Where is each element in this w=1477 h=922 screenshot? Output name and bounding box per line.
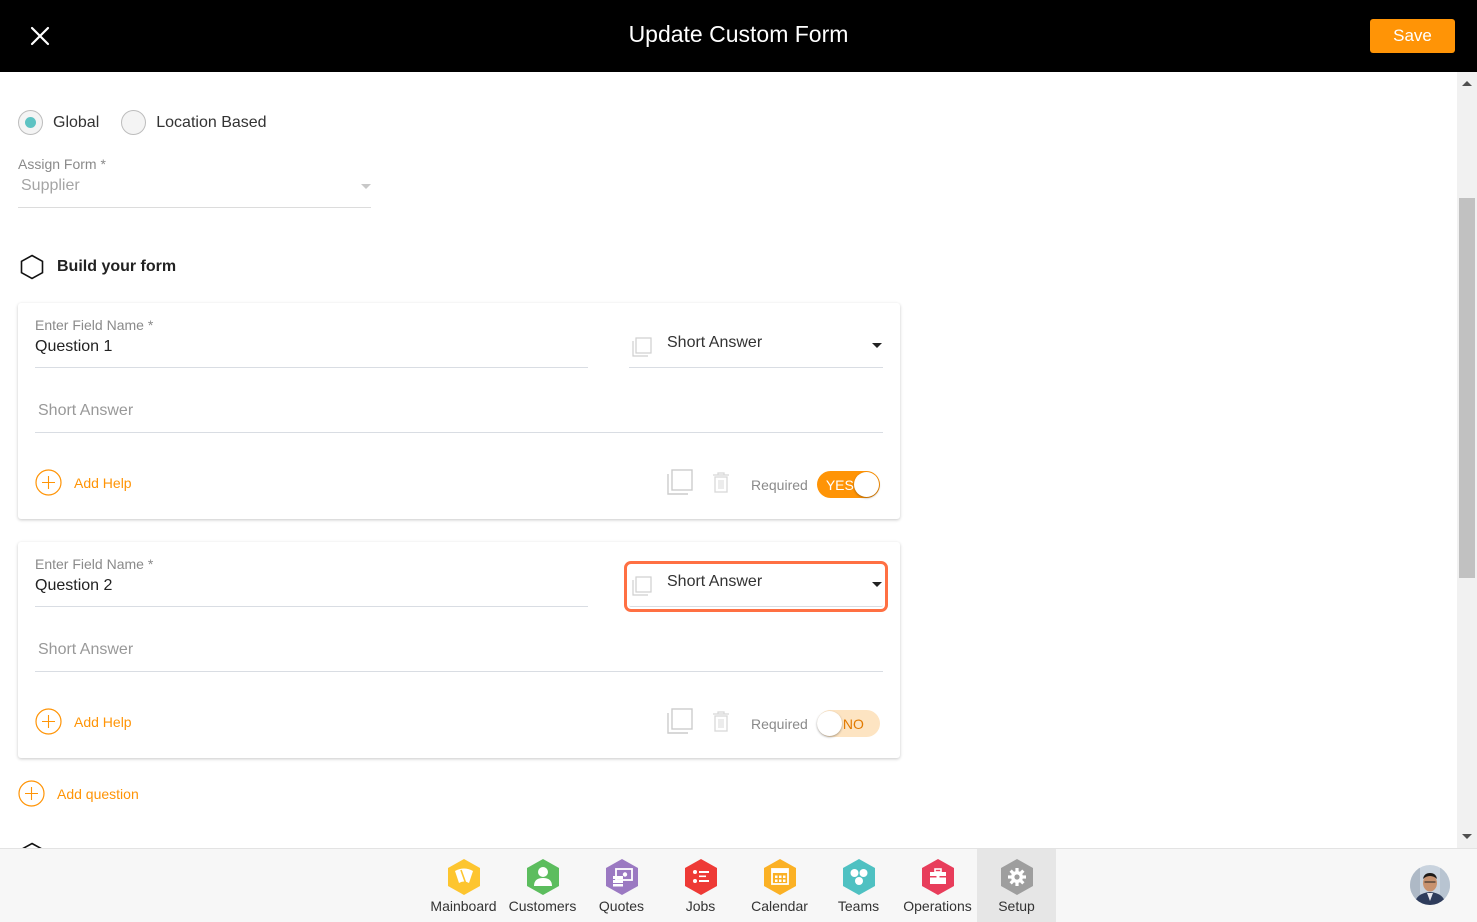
field-name-label: Enter Field Name *: [35, 556, 154, 572]
scroll-up-arrow-icon[interactable]: [1462, 81, 1472, 86]
form-content: Global Location Based Assign Form * Supp…: [0, 72, 1457, 848]
field-type-select[interactable]: Short Answer: [624, 561, 888, 612]
assign-form-label: Assign Form *: [18, 156, 106, 172]
card-actions: Required NO: [666, 707, 880, 740]
add-help-button[interactable]: Add Help: [35, 469, 132, 496]
add-help-label: Add Help: [74, 713, 132, 730]
hexagon-icon: [20, 254, 44, 280]
nav-label: Operations: [903, 898, 972, 914]
toggle-knob: [853, 472, 879, 497]
add-question-button[interactable]: Add question: [18, 780, 139, 807]
teams-icon: [842, 859, 875, 895]
nav-item-operations[interactable]: Operations: [898, 849, 977, 922]
radio-circle-checked[interactable]: [18, 110, 43, 135]
field-name-input[interactable]: Enter Field Name * Question 1: [35, 317, 588, 368]
plus-circle-icon: [35, 469, 62, 496]
nav-label: Calendar: [751, 898, 808, 914]
calendar-icon: [763, 859, 796, 895]
build-form-heading: Build your form: [20, 254, 176, 280]
field-name-value: Question 2: [35, 577, 113, 594]
radio-global[interactable]: Global: [18, 110, 99, 135]
nav-item-setup[interactable]: Setup: [977, 849, 1056, 922]
toggle-knob: [816, 711, 842, 736]
add-help-button[interactable]: Add Help: [35, 708, 132, 735]
nav-item-teams[interactable]: Teams: [819, 849, 898, 922]
duplicate-button[interactable]: [666, 468, 694, 501]
duplicate-icon: [667, 469, 693, 495]
short-answer-icon: [631, 575, 653, 602]
radio-label: Global: [53, 113, 100, 131]
delete-button[interactable]: [712, 471, 730, 498]
nav-label: Customers: [508, 898, 577, 914]
delete-button[interactable]: [712, 710, 730, 737]
field-name-label: Enter Field Name *: [35, 317, 154, 333]
answer-preview: Short Answer: [35, 398, 883, 433]
nav-item-quotes[interactable]: Quotes: [582, 849, 661, 922]
radio-location-based[interactable]: Location Based: [121, 110, 267, 135]
radio-circle[interactable]: [121, 110, 147, 135]
field-name-input[interactable]: Enter Field Name * Question 2: [35, 556, 588, 607]
bottom-navigation: Mainboard Customers Quotes Jobs Calendar…: [0, 848, 1477, 922]
caret-down-icon: [361, 184, 371, 189]
nav-item-mainboard[interactable]: Mainboard: [424, 849, 503, 922]
field-type-select[interactable]: Short Answer: [629, 327, 883, 368]
plus-circle-icon: [18, 780, 45, 807]
card-actions: Required YES: [666, 468, 880, 501]
header-bar: Update Custom Form Save: [0, 0, 1477, 72]
quotes-icon: [605, 859, 638, 895]
radio-label: Location Based: [156, 113, 267, 131]
page-title: Update Custom Form: [628, 21, 849, 47]
required-toggle[interactable]: NO: [816, 710, 880, 737]
required-toggle[interactable]: YES: [816, 471, 880, 498]
scroll-down-arrow-icon[interactable]: [1462, 834, 1472, 839]
operations-icon: [921, 859, 954, 895]
toggle-text: NO: [842, 716, 864, 732]
nav-item-jobs[interactable]: Jobs: [661, 849, 740, 922]
assign-form-select[interactable]: Assign Form * Supplier: [18, 156, 371, 208]
caret-down-icon: [872, 343, 882, 348]
toggle-text: YES: [825, 477, 854, 493]
required-label: Required: [751, 715, 808, 732]
field-name-value: Question 1: [35, 338, 113, 355]
required-label: Required: [751, 476, 808, 493]
assign-form-value: Supplier: [21, 177, 80, 194]
answer-preview: Short Answer: [35, 637, 883, 672]
question-card: Enter Field Name * Question 2 Short Answ…: [18, 542, 900, 758]
save-button[interactable]: Save: [1370, 19, 1455, 53]
short-answer-icon: [631, 336, 653, 363]
build-form-title: Build your form: [57, 258, 177, 275]
mainboard-icon: [447, 859, 480, 895]
vertical-scrollbar[interactable]: [1457, 72, 1477, 848]
customer-icon: [526, 859, 559, 895]
scrollbar-thumb[interactable]: [1459, 198, 1475, 578]
field-type-value: Short Answer: [667, 334, 763, 351]
duplicate-icon: [667, 708, 693, 734]
nav-item-customers[interactable]: Customers: [503, 849, 582, 922]
nav-item-calendar[interactable]: Calendar: [740, 849, 819, 922]
nav-label: Quotes: [598, 898, 645, 914]
user-avatar[interactable]: [1410, 865, 1450, 905]
nav-label: Jobs: [685, 898, 716, 914]
add-help-label: Add Help: [74, 474, 132, 491]
scope-radio-group: Global Location Based: [18, 110, 289, 135]
caret-down-icon: [872, 582, 882, 587]
plus-circle-icon: [35, 708, 62, 735]
nav-label: Setup: [998, 898, 1035, 914]
user-avatar-image: [1410, 865, 1450, 905]
duplicate-button[interactable]: [666, 707, 694, 740]
nav-label: Mainboard: [430, 898, 497, 914]
add-question-label: Add question: [57, 785, 139, 802]
bottom-nav-list: Mainboard Customers Quotes Jobs Calendar…: [424, 849, 1056, 922]
trash-icon: [713, 472, 729, 493]
trash-icon: [713, 711, 729, 732]
question-card: Enter Field Name * Question 1 Short Answ…: [18, 303, 900, 519]
field-type-value: Short Answer: [667, 573, 763, 590]
nav-label: Teams: [837, 898, 880, 914]
jobs-icon: [684, 859, 717, 895]
gear-icon: [1000, 859, 1033, 895]
